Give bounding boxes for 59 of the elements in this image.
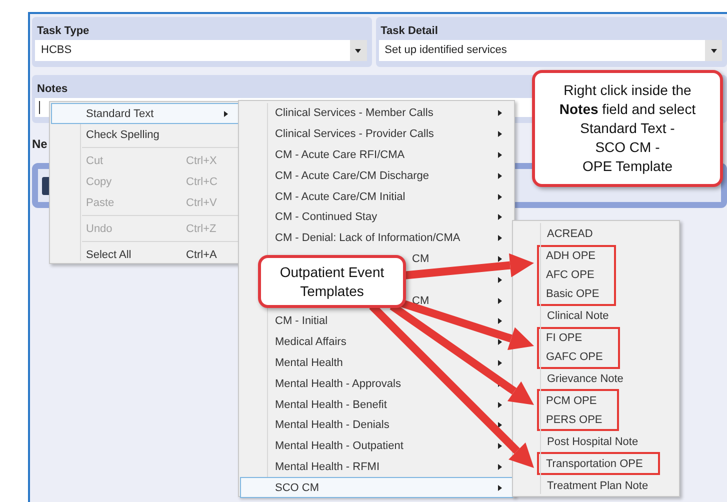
submenu-arrow-icon	[498, 152, 502, 158]
submenu-arrow-icon	[498, 214, 502, 220]
section-label: Ne	[32, 137, 48, 151]
menu-item[interactable]: CM	[412, 294, 430, 307]
menu-item[interactable]: Clinical Services - Provider Calls	[275, 128, 434, 140]
submenu-arrow-icon	[498, 110, 502, 116]
menu-item[interactable]: CM - Initial	[275, 315, 328, 328]
menu-item[interactable]: Mental Health - Benefit	[275, 398, 387, 411]
menu-item[interactable]: SCO CM	[240, 477, 513, 498]
submenu-arrow-icon	[498, 464, 502, 470]
submenu-arrow-icon	[498, 172, 502, 179]
submenu-arrow-icon	[498, 422, 502, 428]
menu-item[interactable]: Mental Health - RFMI	[275, 460, 380, 473]
menu-item[interactable]: Clinical Note	[514, 306, 678, 327]
menu-item[interactable]: Clinical Services - Member Calls	[275, 107, 434, 120]
submenu-arrow-icon	[498, 443, 502, 450]
menu-item[interactable]: Select All Ctrl+A	[51, 244, 239, 265]
menu-item[interactable]: CM - Acute Care RFI/CMA	[275, 148, 405, 161]
field-label: Notes	[37, 83, 68, 95]
menu-item[interactable]: CM - Acute Care/CM Initial	[275, 190, 406, 203]
submenu-arrow-icon	[498, 131, 502, 138]
menu-item[interactable]: Mental Health - Denials	[275, 419, 390, 432]
submenu-arrow-icon	[498, 484, 502, 491]
callout: Right click inside the Notes field and select Standard Text - SCO CM - OPE Template	[532, 70, 723, 187]
submenu-arrow-icon	[498, 298, 502, 304]
menu-item[interactable]: Basic OPE	[539, 284, 600, 304]
menu-item[interactable]: PERS OPE	[539, 410, 604, 430]
menu-item[interactable]: ACREAD	[514, 224, 678, 245]
field-label: Task Detail	[380, 25, 438, 37]
submenu-arrow-icon	[498, 235, 502, 242]
dropdown[interactable]: HCBS	[35, 40, 367, 61]
submenu-arrow-icon	[498, 360, 502, 366]
menu-item[interactable]: Post Hospital Note	[514, 431, 678, 452]
submenu-arrow-icon	[498, 318, 502, 324]
menu-item[interactable]: ADH OPE	[539, 246, 600, 266]
submenu-arrow-icon	[498, 402, 502, 408]
dropdown[interactable]: Set up identified services	[378, 40, 722, 61]
menu-item[interactable]: Mental Health - Approvals	[275, 378, 401, 390]
callout: Outpatient Event Templates	[258, 255, 406, 308]
menu-item[interactable]: CM	[412, 252, 430, 265]
menu-item[interactable]: Transportation OPE	[539, 454, 644, 474]
menu-item[interactable]: Mental Health	[275, 356, 343, 369]
menu-item[interactable]: Check Spelling	[51, 124, 239, 145]
menu-item[interactable]: Mental Health - Outpatient	[275, 440, 404, 452]
field-label: Task Type	[37, 25, 90, 37]
menu-item[interactable]: CM - Denial: Lack of Information/CMA	[275, 232, 460, 244]
submenu-arrow-icon	[498, 256, 502, 262]
submenu-arrow-icon	[498, 339, 502, 346]
menu-item[interactable]: CM - Acute Care/CM Discharge	[275, 170, 430, 182]
menu-item[interactable]: PCM OPE	[539, 391, 604, 410]
menu-item[interactable]: Grievance Note	[514, 368, 678, 390]
menu-item[interactable]: AFC OPE	[539, 266, 600, 285]
menu-item[interactable]: Treatment Plan Note	[514, 475, 678, 496]
menu-item[interactable]: Standard Text	[51, 103, 239, 124]
menu-item[interactable]: FI OPE	[539, 328, 604, 348]
menu-item[interactable]: CM - Continued Stay	[275, 211, 378, 224]
menu-item[interactable]: Medical Affairs	[275, 336, 346, 348]
menu-item[interactable]: GAFC OPE	[539, 348, 604, 367]
submenu-arrow-icon	[498, 194, 502, 200]
